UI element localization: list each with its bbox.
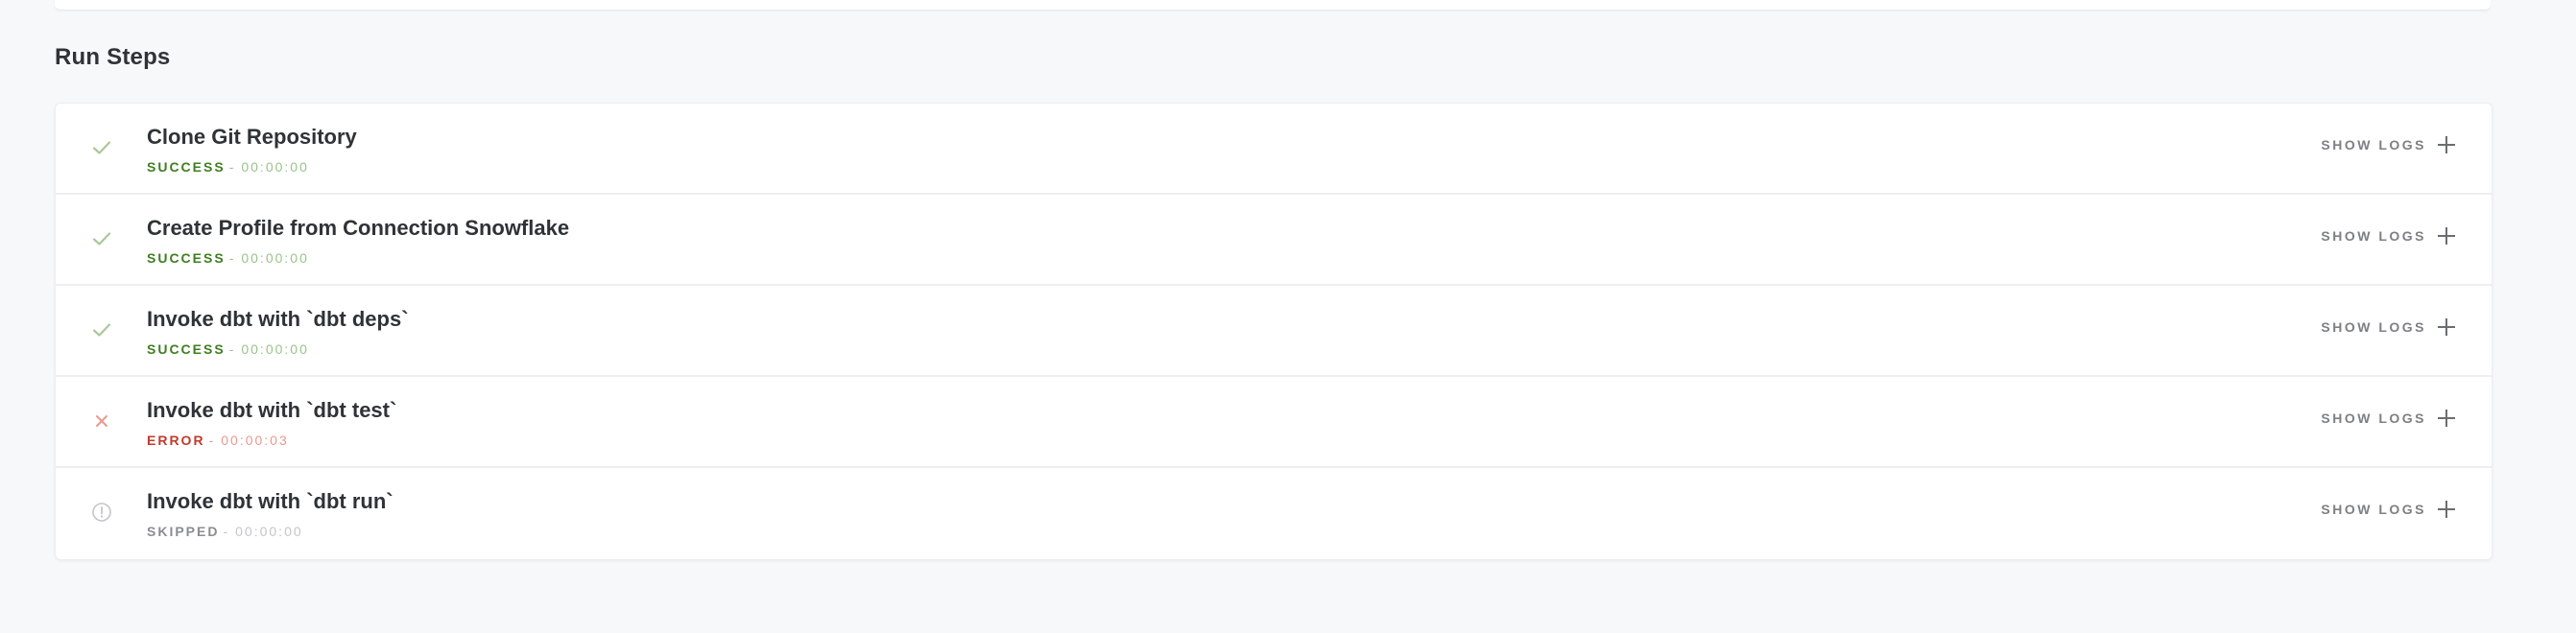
show-logs-button[interactable]: SHOW LOGS [2321,318,2455,336]
step-status-line: SUCCESS -00:00:00 [147,341,309,357]
x-icon [90,410,113,433]
step-duration: 00:00:00 [241,341,309,357]
show-logs-button[interactable]: SHOW LOGS [2321,227,2455,245]
step-title: Invoke dbt with `dbt run` [147,489,394,513]
run-steps-list: Clone Git Repository SUCCESS -00:00:00 SH… [55,103,2493,560]
step-status: SUCCESS [147,250,226,266]
show-logs-button[interactable]: SHOW LOGS [2321,410,2455,427]
step-status-line: SUCCESS -00:00:00 [147,250,309,266]
plus-icon [2438,501,2455,518]
run-step: Create Profile from Connection Snowflake… [56,195,2492,286]
step-title: Invoke dbt with `dbt test` [147,398,397,422]
step-status: ERROR [147,433,205,448]
info-circle-icon [90,501,113,524]
section-title: Run Steps [55,44,171,70]
check-icon [90,318,113,341]
plus-icon [2438,318,2455,336]
step-duration: 00:00:00 [235,524,303,539]
status-separator: - [228,159,236,175]
run-step: Invoke dbt with `dbt deps` SUCCESS -00:00… [56,286,2492,377]
plus-icon [2438,227,2455,245]
step-status-line: SUCCESS -00:00:00 [147,159,309,175]
step-duration: 00:00:00 [241,159,309,175]
step-title: Invoke dbt with `dbt deps` [147,307,409,331]
plus-icon [2438,136,2455,153]
show-logs-button[interactable]: SHOW LOGS [2321,501,2455,518]
run-step: Clone Git Repository SUCCESS -00:00:00 SH… [56,104,2492,195]
show-logs-button[interactable]: SHOW LOGS [2321,136,2455,153]
previous-section-card [55,0,2491,11]
step-title: Create Profile from Connection Snowflake [147,216,570,240]
check-icon [90,227,113,250]
show-logs-label: SHOW LOGS [2321,228,2426,244]
plus-icon [2438,410,2455,427]
step-status: SUCCESS [147,341,226,357]
step-duration: 00:00:00 [241,250,309,266]
status-separator: - [228,250,236,266]
show-logs-label: SHOW LOGS [2321,319,2426,335]
status-separator: - [228,341,236,357]
run-step: Invoke dbt with `dbt test` ERROR -00:00:0… [56,377,2492,468]
check-icon [90,136,113,159]
show-logs-label: SHOW LOGS [2321,502,2426,517]
step-status-line: ERROR -00:00:03 [147,433,289,448]
step-status-line: SKIPPED -00:00:00 [147,524,303,539]
show-logs-label: SHOW LOGS [2321,410,2426,426]
run-step: Invoke dbt with `dbt run` SKIPPED -00:00:… [56,468,2492,559]
step-status: SUCCESS [147,159,226,175]
show-logs-label: SHOW LOGS [2321,137,2426,152]
step-title: Clone Git Repository [147,125,357,149]
status-separator: - [208,433,216,448]
step-status: SKIPPED [147,524,220,539]
step-duration: 00:00:03 [221,433,289,448]
status-separator: - [223,524,230,539]
